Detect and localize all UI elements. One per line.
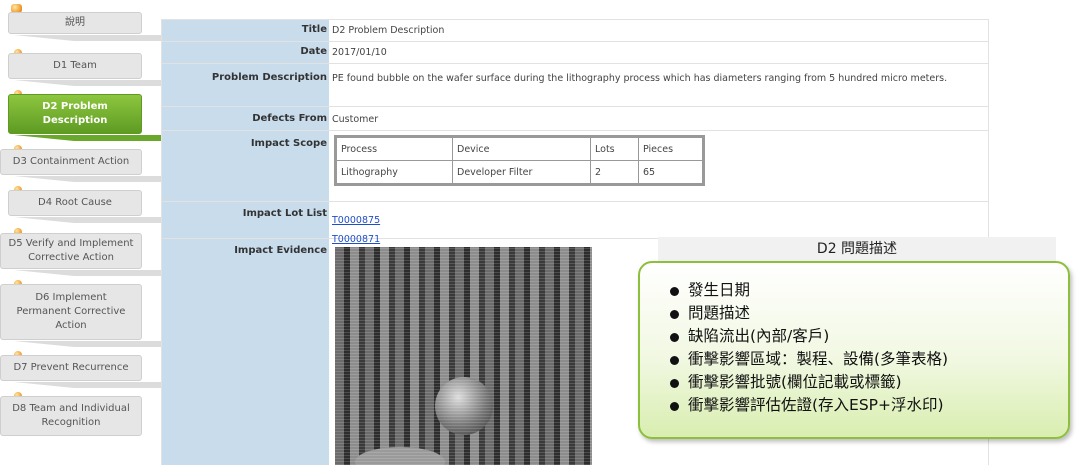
defects-from-row: Defects From Customer <box>162 107 988 131</box>
sidebar-item-label: D2 Problem Description <box>42 101 108 126</box>
sidebar-item-d6[interactable]: D6 Implement Permanent Corrective Action <box>0 284 142 340</box>
problem-description-row: Problem Description PE found bubble on t… <box>162 64 988 107</box>
defects-from-value: Customer <box>332 114 379 125</box>
sidebar-item-explanation[interactable]: 說明 <box>8 12 142 34</box>
callout-item: 衝擊影響評估佐證(存入ESP+浮水印) <box>670 394 1068 417</box>
lot-link[interactable]: T0000875 <box>332 215 380 226</box>
sidebar-item-d3[interactable]: D3 Containment Action <box>0 149 142 175</box>
title-value: D2 Problem Description <box>332 25 445 36</box>
impact-evidence-label: Impact Evidence <box>234 245 327 256</box>
callout-item: 發生日期 <box>670 279 1068 302</box>
callout-item: 問題描述 <box>670 302 1068 325</box>
impact-scope-header-row: Process Device Lots Pieces <box>336 137 703 161</box>
sidebar-item-label: D6 Implement Permanent Corrective Action <box>16 292 126 331</box>
sidebar-item-d5[interactable]: D5 Verify and Implement Corrective Actio… <box>0 233 142 269</box>
callout-title: D2 問題描述 <box>658 237 1056 261</box>
sidebar-item-label: D7 Prevent Recurrence <box>13 362 129 373</box>
table-header-cell: Process <box>336 137 453 161</box>
title-row: Title D2 Problem Description <box>162 20 988 42</box>
sidebar-item-d7[interactable]: D7 Prevent Recurrence <box>0 355 142 381</box>
sidebar-item-label: D3 Containment Action <box>12 156 130 167</box>
step-sidebar: 說明 D1 Team D2 Problem Description D3 Con… <box>0 0 254 464</box>
problem-description-value: PE found bubble on the wafer surface dur… <box>332 73 948 84</box>
title-label: Title <box>301 24 327 35</box>
impact-lot-list-label: Impact Lot List <box>242 208 327 219</box>
date-value: 2017/01/10 <box>332 47 387 58</box>
date-row: Date 2017/01/10 <box>162 42 988 64</box>
sidebar-item-d2[interactable]: D2 Problem Description <box>8 94 142 134</box>
callout-item: 衝擊影響區域：製程、設備(多筆表格) <box>670 348 1068 371</box>
sidebar-item-label: D1 Team <box>53 60 97 71</box>
table-header-cell: Lots <box>590 137 639 161</box>
table-cell: Developer Filter <box>452 160 591 184</box>
table-cell: Lithography <box>336 160 453 184</box>
date-label: Date <box>300 46 327 57</box>
callout-box: 發生日期 問題描述 缺陷流出(內部/客戶) 衝擊影響區域：製程、設備(多筆表格)… <box>638 261 1070 439</box>
impact-scope-table: Process Device Lots Pieces Lithography D… <box>334 135 705 186</box>
sidebar-item-label: D5 Verify and Implement Corrective Actio… <box>8 238 134 263</box>
table-header-cell: Pieces <box>638 137 703 161</box>
impact-scope-row: Impact Scope Process Device Lots Pieces … <box>162 131 988 202</box>
table-cell: 2 <box>590 160 639 184</box>
sidebar-item-label: D4 Root Cause <box>38 197 112 208</box>
sidebar-item-label: 說明 <box>65 17 85 28</box>
defects-from-label: Defects From <box>252 113 327 124</box>
sidebar-item-d8[interactable]: D8 Team and Individual Recognition <box>0 396 142 436</box>
callout-list: 發生日期 問題描述 缺陷流出(內部/客戶) 衝擊影響區域：製程、設備(多筆表格)… <box>670 279 1068 417</box>
sidebar-item-d4[interactable]: D4 Root Cause <box>8 190 142 216</box>
evidence-sem-image[interactable] <box>335 247 592 465</box>
impact-lot-list-row: Impact Lot List T0000875 T0000871 <box>162 202 988 245</box>
table-header-cell: Device <box>452 137 591 161</box>
impact-scope-label: Impact Scope <box>250 138 327 149</box>
sidebar-item-d1[interactable]: D1 Team <box>8 53 142 79</box>
table-row: Lithography Developer Filter 2 65 <box>336 160 703 184</box>
sidebar-item-label: D8 Team and Individual Recognition <box>12 403 130 428</box>
table-cell: 65 <box>638 160 703 184</box>
problem-description-label: Problem Description <box>211 72 327 83</box>
callout-item: 缺陷流出(內部/客戶) <box>670 325 1068 348</box>
callout-item: 衝擊影響批號(欄位記載或標籤) <box>670 371 1068 394</box>
